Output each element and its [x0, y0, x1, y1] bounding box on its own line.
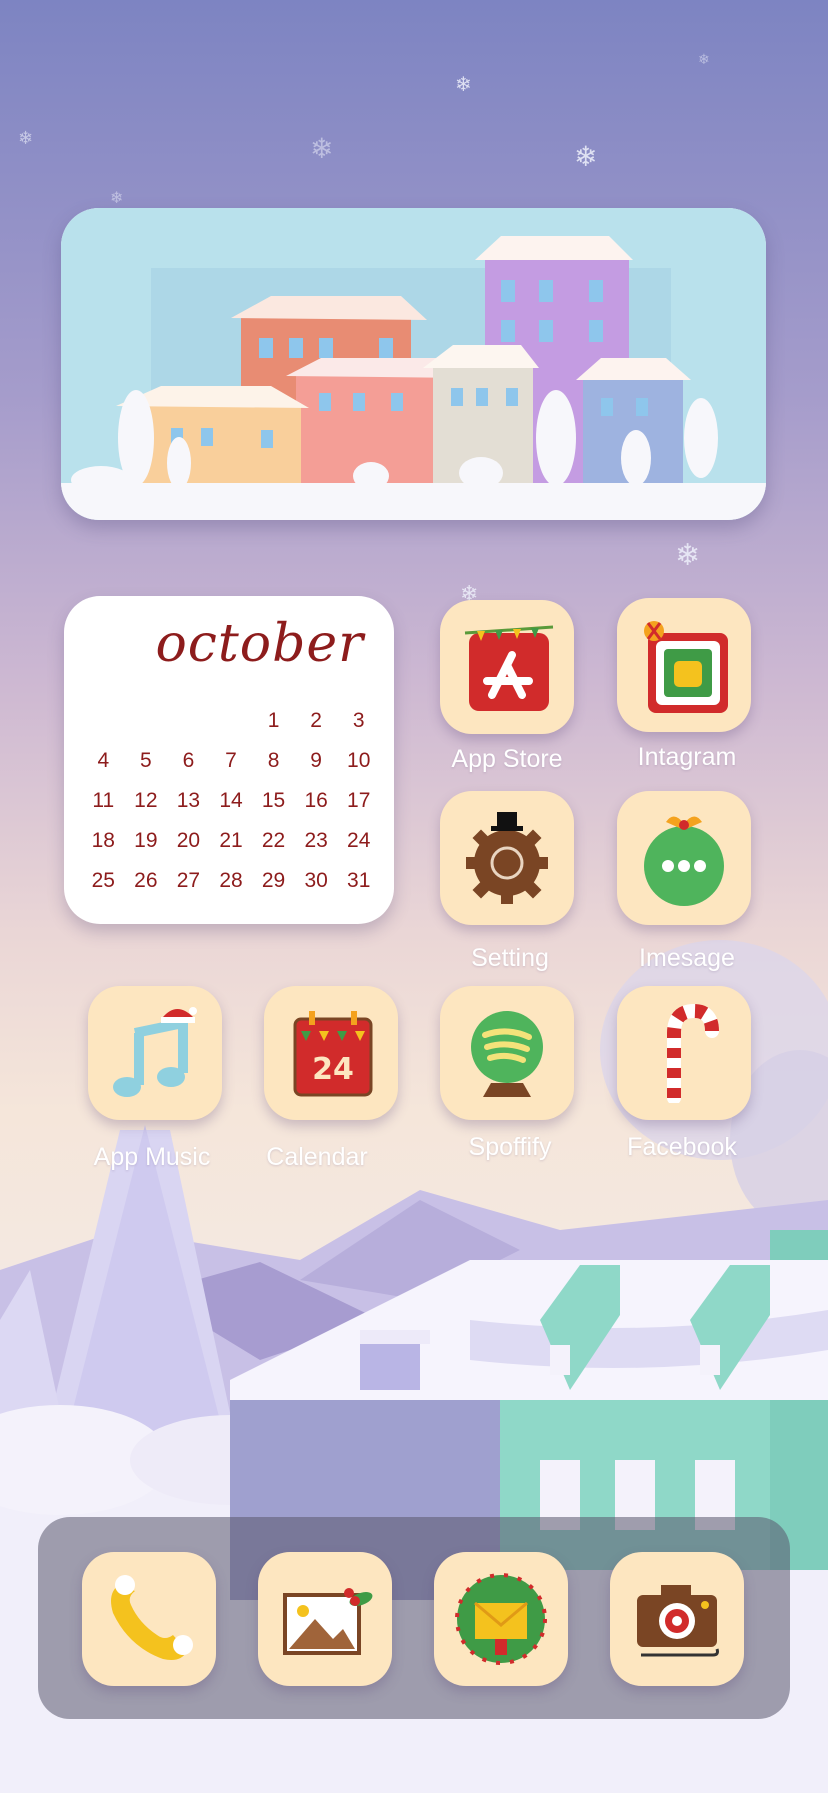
- village-photo-widget[interactable]: [61, 208, 766, 520]
- calendar-day: 16: [304, 789, 328, 812]
- calendar-app[interactable]: 24: [264, 986, 398, 1120]
- gear-icon: [466, 812, 548, 904]
- mail-wreath-icon: [455, 1573, 547, 1665]
- winter-village-image: [61, 208, 766, 520]
- calendar-day: 14: [219, 789, 243, 812]
- calendar-day: 4: [97, 749, 110, 772]
- spotify-label: Spoffify: [468, 1133, 552, 1161]
- calendar-day: [167, 708, 210, 734]
- snowflake-icon: ❄: [698, 52, 710, 68]
- app-store-app[interactable]: [440, 600, 574, 734]
- candy-cane-icon: [667, 1003, 719, 1103]
- calendar-day: 3: [352, 709, 365, 732]
- calendar-day: 23: [304, 829, 328, 852]
- calendar-day: 22: [261, 829, 286, 852]
- calendar-day: 2: [310, 709, 322, 732]
- calendar-day: [210, 708, 253, 734]
- snowflake-icon: ❄: [18, 128, 34, 149]
- instagram-label: Intagram: [637, 743, 737, 771]
- calendar-day: 5: [140, 749, 152, 772]
- app-store-icon: [464, 625, 554, 711]
- calendar-day: 7: [225, 749, 237, 772]
- mail-app[interactable]: [434, 1552, 568, 1686]
- calendar-day: 29: [261, 869, 286, 892]
- calendar-day: 17: [347, 789, 371, 812]
- photos-icon: [283, 1588, 373, 1655]
- calendar-widget[interactable]: october 1 2 3 4 5 6 7 8 9 10 11 12 13 14…: [64, 596, 394, 924]
- calendar-day: [125, 708, 168, 734]
- facebook-label: Facebook: [627, 1133, 737, 1161]
- snowflake-icon: ❄: [455, 72, 472, 96]
- settings-app[interactable]: [440, 791, 574, 925]
- calendar-day: 12: [134, 789, 158, 812]
- calendar-day: 6: [182, 749, 195, 772]
- calendar-day: 28: [219, 869, 243, 892]
- snowflake-icon: ❄: [675, 538, 701, 573]
- calendar-day: 19: [134, 829, 158, 852]
- music-note-icon: [113, 1007, 197, 1097]
- instagram-app[interactable]: [617, 598, 751, 732]
- spotify-app[interactable]: [440, 986, 574, 1120]
- calendar-day: 15: [261, 789, 286, 812]
- calendar-icon-day: 24: [312, 1052, 354, 1087]
- phone-icon: [111, 1575, 193, 1660]
- calendar-day: 1: [267, 709, 280, 732]
- imessage-app[interactable]: [617, 791, 751, 925]
- calendar-day: [82, 708, 125, 734]
- snowflake-icon: ❄: [310, 132, 334, 165]
- phone-app[interactable]: [82, 1552, 216, 1686]
- calendar-day: 20: [176, 829, 201, 852]
- spotify-globe-icon: [471, 1011, 543, 1097]
- calendar-icon: 24: [293, 1011, 373, 1097]
- calendar-day: 27: [176, 869, 201, 892]
- calendar-label: Calendar: [266, 1143, 368, 1171]
- month-title: october: [155, 614, 364, 674]
- calendar-day: 25: [91, 869, 115, 892]
- calendar-day: 21: [219, 829, 243, 852]
- camera-app[interactable]: [610, 1552, 744, 1686]
- calendar-day: 9: [310, 749, 322, 772]
- calendar-day: 11: [92, 789, 115, 812]
- calendar-day: 24: [347, 829, 371, 852]
- app-store-label: App Store: [451, 745, 563, 773]
- calendar-day: 8: [267, 749, 280, 772]
- calendar-day-grid: 1 2 3 4 5 6 7 8 9 10 11 12 13 14 15 16 1…: [82, 708, 380, 894]
- snowflake-icon: ❄: [574, 140, 598, 173]
- message-ornament-icon: [644, 816, 724, 906]
- snowflake-icon: ❄: [110, 188, 124, 207]
- music-label: App Music: [93, 1143, 211, 1171]
- calendar-day: 30: [304, 869, 328, 892]
- music-app[interactable]: [88, 986, 222, 1120]
- facebook-app[interactable]: [617, 986, 751, 1120]
- dock: [38, 1517, 790, 1719]
- camera-icon: [637, 1585, 719, 1657]
- instagram-icon: [644, 621, 728, 713]
- calendar-day: 10: [347, 749, 371, 772]
- calendar-day: 26: [134, 869, 158, 892]
- calendar-day: 18: [91, 829, 115, 852]
- calendar-day: 31: [347, 869, 371, 892]
- calendar-day: 13: [176, 789, 201, 812]
- photos-app[interactable]: [258, 1552, 392, 1686]
- imessage-label: Imesage: [639, 944, 735, 972]
- settings-label: Setting: [471, 944, 549, 972]
